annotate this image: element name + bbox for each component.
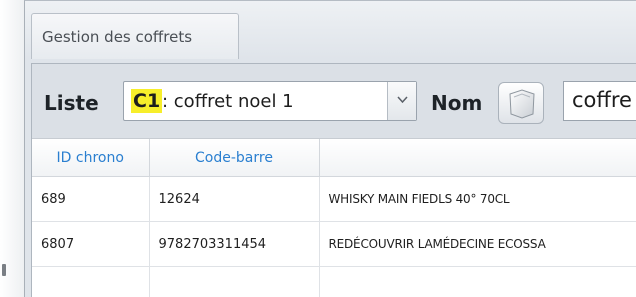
cell-empty — [319, 266, 636, 297]
window-titlebar: Gestion des coffrets — [25, 1, 636, 59]
cell-empty — [149, 266, 320, 297]
liste-select-text: : coffret noel 1 — [162, 91, 294, 112]
edge-marker — [2, 264, 6, 276]
nom-input-value: coffre — [572, 88, 632, 112]
document-icon — [509, 89, 535, 119]
column-header-designation[interactable] — [319, 139, 636, 177]
cell-id-chrono: 689 — [32, 176, 150, 222]
table-row[interactable]: 6807 9782703311454 REDÉCOUVRIR LAMÉDECIN… — [32, 221, 636, 267]
background-window-edge — [0, 0, 24, 297]
liste-label: Liste — [44, 91, 99, 115]
nom-button[interactable] — [498, 82, 544, 124]
column-header-code-barre[interactable]: Code-barre — [149, 139, 320, 177]
filter-toolbar: Liste C1 : coffret noel 1 Nom coffre — [32, 64, 636, 136]
table-header-row: ID chrono Code-barre — [32, 139, 636, 177]
liste-select-code: C1 — [131, 89, 163, 113]
liste-select[interactable]: C1 : coffret noel 1 — [123, 81, 417, 121]
cell-empty — [32, 266, 150, 297]
cell-code-barre: 12624 — [149, 176, 320, 222]
liste-dropdown-button[interactable] — [387, 82, 416, 120]
table-row[interactable]: 689 12624 WHISKY MAIN FIEDLS 40° 70CL — [32, 176, 636, 222]
cell-designation: WHISKY MAIN FIEDLS 40° 70CL — [319, 176, 636, 222]
main-panel: Liste C1 : coffret noel 1 Nom coffre ID … — [31, 63, 636, 297]
chevron-down-icon — [397, 96, 408, 104]
cell-id-chrono: 6807 — [32, 221, 150, 267]
coffrets-window: Gestion des coffrets Liste C1 : coffret … — [24, 0, 636, 297]
nom-label: Nom — [431, 91, 483, 115]
column-header-id-chrono[interactable]: ID chrono — [32, 139, 150, 177]
window-title-tab[interactable]: Gestion des coffrets — [31, 13, 239, 59]
cell-designation: REDÉCOUVRIR LAMÉDECINE ECOSSA — [319, 221, 636, 267]
coffrets-table[interactable]: ID chrono Code-barre 689 12624 WHISKY MA… — [32, 138, 636, 297]
screen: Gestion des coffrets Liste C1 : coffret … — [0, 0, 636, 297]
window-title: Gestion des coffrets — [42, 28, 193, 46]
nom-input[interactable]: coffre — [563, 81, 636, 121]
table-row-empty[interactable] — [32, 266, 636, 297]
cell-code-barre: 9782703311454 — [149, 221, 320, 267]
